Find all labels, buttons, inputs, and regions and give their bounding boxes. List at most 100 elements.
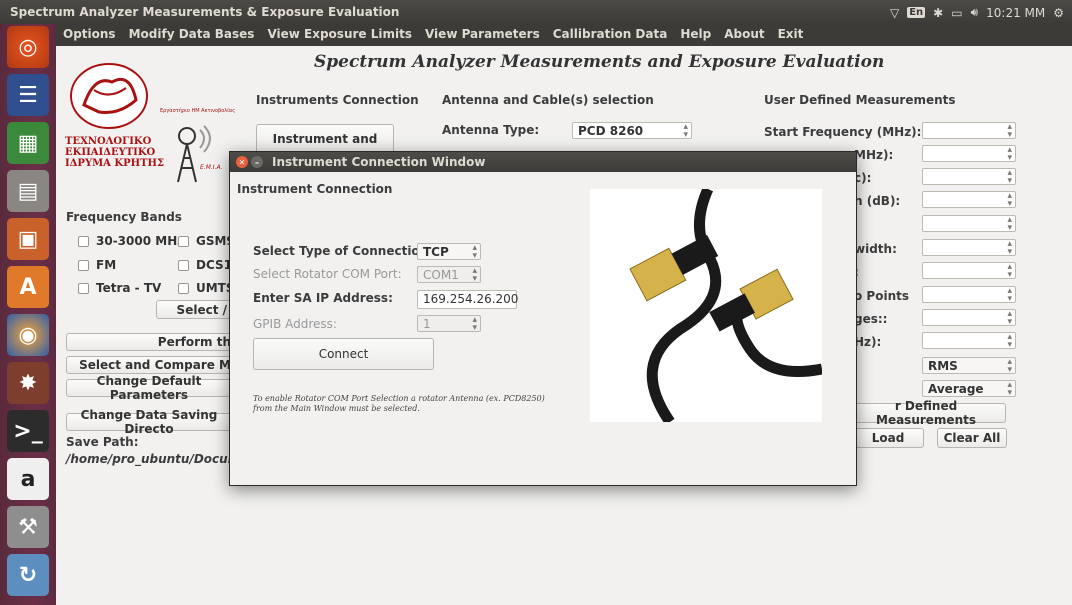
menu-help[interactable]: Help bbox=[673, 24, 717, 41]
spin-arrows-icon: ▴ ▾ bbox=[1007, 332, 1012, 350]
detector-value: RMS bbox=[928, 359, 958, 373]
user-defined-measurements-button[interactable]: r Defined Measurements bbox=[846, 399, 1006, 427]
wifi-icon[interactable]: ▽ bbox=[890, 6, 899, 20]
file-manager-icon[interactable]: ▤ bbox=[7, 170, 49, 212]
logo-line-1: ΤΕΧΝΟΛΟΓΙΚΟ bbox=[65, 136, 152, 147]
frequency-bands-header: Frequency Bands bbox=[66, 210, 182, 224]
spin-arrows-icon: ▴ ▾ bbox=[1007, 262, 1012, 280]
change-default-parameters-button[interactable]: Change Default Parameters bbox=[66, 374, 238, 402]
volume-icon[interactable]: 🔊︎ bbox=[971, 5, 979, 20]
detector-select[interactable]: RMS ▴ ▾ bbox=[922, 357, 1016, 375]
menu-view-parameters[interactable]: View Parameters bbox=[418, 24, 546, 41]
antenna-type-value: PCD 8260 bbox=[578, 124, 644, 138]
trace-mode-select[interactable]: Average ▴ ▾ bbox=[922, 380, 1016, 398]
menu-exit[interactable]: Exit bbox=[771, 24, 810, 41]
perform-measurement-button[interactable]: Perform th bbox=[66, 333, 238, 351]
user-spinbox[interactable]: ▴ ▾ bbox=[922, 262, 1016, 280]
ip-address-input[interactable]: 169.254.26.200 bbox=[417, 290, 518, 309]
spin-arrows-icon: ▴ ▾ bbox=[1007, 215, 1012, 233]
clear-all-button[interactable]: Clear All bbox=[937, 428, 1007, 448]
top-panel: Spectrum Analyzer Measurements & Exposur… bbox=[0, 0, 1072, 24]
connect-button[interactable]: Connect bbox=[253, 338, 434, 370]
menu-about[interactable]: About bbox=[717, 24, 770, 41]
network-app-icon[interactable]: ✸ bbox=[7, 362, 49, 404]
rotator-com-label: Select Rotator COM Port: bbox=[253, 267, 402, 281]
launcher: ◎ ☰ ▦ ▤ ▣ A ◉ ✸ >_ a ⚒ ↻ bbox=[0, 24, 56, 605]
band-checkbox-umts[interactable]: UMTS bbox=[178, 281, 235, 295]
user-spinbox[interactable]: ▴ ▾ bbox=[922, 122, 1016, 140]
spreadsheet-icon[interactable]: ▦ bbox=[7, 122, 49, 164]
spin-arrows-icon: ▴ ▾ bbox=[472, 266, 477, 284]
band-label: FM bbox=[96, 258, 117, 272]
user-spinbox[interactable]: ▴ ▾ bbox=[922, 286, 1016, 304]
save-path-label: Save Path: bbox=[66, 435, 139, 449]
checkbox-box bbox=[78, 282, 89, 294]
logo-line-3: ΙΔΡΥΜΑ ΚΡΗΤΗΣ bbox=[65, 158, 165, 169]
gpib-address-value: 1 bbox=[423, 317, 431, 331]
instrument-connection-button[interactable]: Instrument and bbox=[256, 124, 394, 154]
rotator-com-value: COM1 bbox=[423, 268, 459, 282]
menu-view-exposure-limits[interactable]: View Exposure Limits bbox=[260, 24, 418, 41]
spin-arrows-icon: ▴ ▾ bbox=[1007, 168, 1012, 186]
select-bands-button[interactable]: Select / bbox=[156, 300, 236, 319]
user-spinbox[interactable]: ▴ ▾ bbox=[922, 332, 1016, 350]
checkbox-box bbox=[78, 259, 89, 271]
spin-arrows-icon: ▴ ▾ bbox=[1007, 239, 1012, 257]
presentation-icon[interactable]: ▣ bbox=[7, 218, 49, 260]
menu-bar: Options Modify Data Bases View Exposure Li… bbox=[56, 24, 1072, 46]
spin-arrows-icon: ▴ ▾ bbox=[1007, 357, 1012, 375]
checkbox-box bbox=[178, 282, 189, 294]
band-checkbox-30-3000[interactable]: 30-3000 MHz bbox=[78, 234, 184, 248]
menu-options[interactable]: Options bbox=[56, 24, 122, 41]
user-defined-header: User Defined Measurements bbox=[764, 93, 956, 107]
menu-calibration-data[interactable]: Callibration Data bbox=[546, 24, 674, 41]
select-compare-button[interactable]: Select and Compare M bbox=[66, 356, 238, 374]
user-field-label: Hz): bbox=[854, 335, 882, 349]
spin-arrows-icon: ▴ ▾ bbox=[1007, 380, 1012, 398]
files-icon[interactable]: ☰ bbox=[7, 74, 49, 116]
keyboard-layout-indicator[interactable]: En bbox=[907, 7, 926, 18]
dialog-titlebar[interactable]: ✕ – Instrument Connection Window bbox=[230, 152, 856, 172]
user-spinbox[interactable]: ▴ ▾ bbox=[922, 215, 1016, 233]
power-gear-icon[interactable]: ⚙ bbox=[1053, 6, 1064, 20]
user-spinbox[interactable]: ▴ ▾ bbox=[922, 145, 1016, 163]
user-field-label: ges:: bbox=[854, 312, 888, 326]
minimize-icon[interactable]: – bbox=[251, 156, 263, 168]
connection-type-label: Select Type of Connection: bbox=[253, 244, 434, 258]
connection-type-value: TCP bbox=[423, 245, 449, 259]
page-title: Spectrum Analyzer Measurements and Expos… bbox=[314, 52, 885, 72]
battery-icon[interactable]: ▭ bbox=[951, 6, 962, 20]
institution-logo: ΤΕΧΝΟΛΟΓΙΚΟ ΕΚΠΑΙΔΕΥΤΙΚΟ ΙΔΡΥΜΑ ΚΡΗΤΗΣ Ε… bbox=[64, 60, 235, 183]
user-spinbox[interactable]: ▴ ▾ bbox=[922, 309, 1016, 327]
firefox-icon[interactable]: ◉ bbox=[7, 314, 49, 356]
spin-arrows-icon: ▴ ▾ bbox=[1007, 286, 1012, 304]
update-icon[interactable]: ↻ bbox=[7, 554, 49, 596]
ubuntu-dash-icon[interactable]: ◎ bbox=[7, 26, 49, 68]
instrument-connection-dialog: ✕ – Instrument Connection Window Instrum… bbox=[229, 151, 857, 486]
bluetooth-icon[interactable]: ✱ bbox=[933, 6, 943, 20]
system-settings-icon[interactable]: ⚒ bbox=[7, 506, 49, 548]
ethernet-cable-icon bbox=[629, 186, 824, 426]
change-data-saving-directory-button[interactable]: Change Data Saving Directo bbox=[66, 408, 238, 436]
gpib-address-label: GPIB Address: bbox=[253, 317, 337, 331]
trace-mode-value: Average bbox=[928, 382, 984, 396]
checkbox-box bbox=[178, 235, 189, 247]
load-button[interactable]: Load bbox=[852, 428, 924, 448]
clock[interactable]: 10:21 MM bbox=[986, 6, 1045, 20]
band-checkbox-fm[interactable]: FM bbox=[78, 258, 116, 272]
band-checkbox-tetra-tv[interactable]: Tetra - TV bbox=[78, 281, 161, 295]
close-icon[interactable]: ✕ bbox=[236, 156, 248, 168]
connection-type-select[interactable]: TCP ▴ ▾ bbox=[417, 243, 481, 261]
user-spinbox[interactable]: ▴ ▾ bbox=[922, 239, 1016, 257]
terminal-icon[interactable]: >_ bbox=[7, 410, 49, 452]
user-spinbox[interactable]: ▴ ▾ bbox=[922, 191, 1016, 209]
dialog-header: Instrument Connection bbox=[237, 182, 393, 196]
user-spinbox[interactable]: ▴ ▾ bbox=[922, 168, 1016, 186]
instruments-header: Instruments Connection bbox=[256, 93, 419, 107]
start-frequency-label: Start Frequency (MHz): bbox=[764, 125, 922, 139]
menu-modify-data-bases[interactable]: Modify Data Bases bbox=[122, 24, 261, 41]
spin-arrows-icon: ▴ ▾ bbox=[1007, 145, 1012, 163]
software-center-icon[interactable]: A bbox=[7, 266, 49, 308]
antenna-type-select[interactable]: PCD 8260 ▴ ▾ bbox=[572, 122, 692, 140]
amazon-icon[interactable]: a bbox=[7, 458, 49, 500]
